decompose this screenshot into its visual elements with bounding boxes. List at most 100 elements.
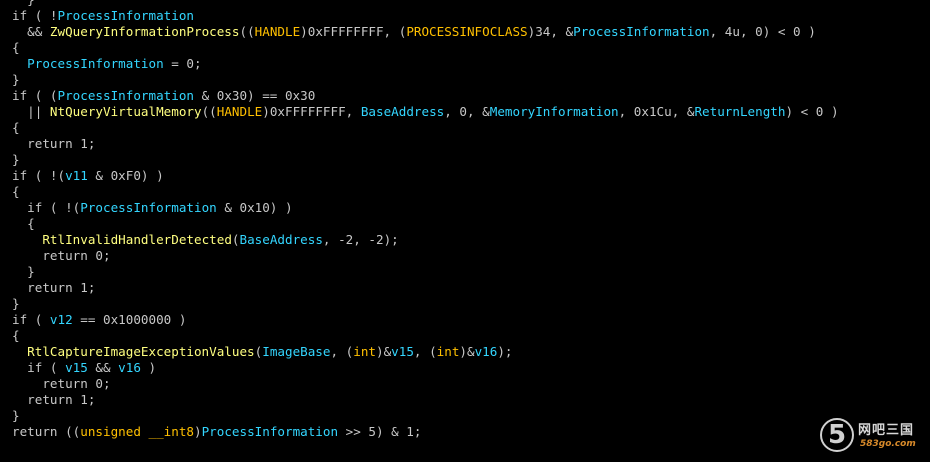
code-token: , 4u, 0) < 0 ) (709, 24, 816, 39)
code-line: if ( v15 && v16 ) (12, 360, 839, 376)
code-token: ZwQueryInformationProcess (49, 24, 240, 39)
code-token: BaseAddress (239, 232, 323, 247)
code-token: >> 5) & 1; (338, 424, 422, 439)
code-token: } (12, 296, 20, 311)
code-token: { (12, 216, 35, 231)
code-token: & 0x30) == 0x30 (193, 88, 316, 103)
code-token: , 0x1Cu, & (618, 104, 695, 119)
code-token: v16 (474, 344, 498, 359)
code-token: v16 (118, 360, 141, 375)
code-line: return 0; (12, 376, 839, 392)
code-token: { (12, 120, 20, 135)
code-token: )34, & (527, 24, 574, 39)
code-token: ! (49, 8, 58, 23)
code-token: == 0x1000000 ) (72, 312, 187, 327)
code-token: return 1; (12, 392, 96, 407)
code-line: RtlCaptureImageExceptionValues(ImageBase… (12, 344, 839, 360)
code-token: ReturnLength (694, 104, 786, 119)
code-token: , -2, -2); (322, 232, 399, 247)
code-token: unsigned __int8 (80, 424, 194, 439)
code-token: MemoryInformation (489, 104, 619, 119)
code-line: } (12, 264, 839, 280)
code-token: ProcessInformation (80, 200, 217, 215)
code-token: if ( !( (12, 200, 81, 215)
code-token: v15 (391, 344, 414, 359)
code-token: int (353, 344, 376, 359)
code-token: (( (201, 104, 217, 119)
code-token: if ( (12, 8, 50, 23)
code-token: HANDLE (254, 24, 301, 39)
code-token: && (87, 360, 119, 375)
code-token: PROCESSINFOCLASS (406, 24, 528, 39)
code-token: & 0xF0) ) (87, 168, 164, 183)
code-line: { (12, 40, 839, 56)
code-line: RtlInvalidHandlerDetected(BaseAddress, -… (12, 232, 839, 248)
code-line: if ( !(ProcessInformation & 0x10) ) (12, 200, 839, 216)
code-token: v15 (65, 360, 88, 375)
code-line: { (12, 328, 839, 344)
code-token: return 0; (12, 376, 111, 391)
watermark-name: 网吧三国 (858, 423, 915, 438)
code-line: ProcessInformation = 0; (12, 56, 839, 72)
code-line: return 0; (12, 248, 839, 264)
code-line: if ( v12 == 0x1000000 ) (12, 312, 839, 328)
code-token: int (436, 344, 460, 359)
code-line: if ( !(v11 & 0xF0) ) (12, 168, 839, 184)
code-token: || (12, 104, 50, 119)
code-token: if ( !( (12, 168, 66, 183)
code-line: } (12, 72, 839, 88)
code-token: )0xFFFFFFFF, (262, 104, 361, 119)
code-view: }if ( !ProcessInformation && ZwQueryInfo… (12, 0, 839, 440)
code-token: return 0; (12, 248, 111, 263)
code-line: if ( (ProcessInformation & 0x30) == 0x30 (12, 88, 839, 104)
code-token: & 0x10) ) (216, 200, 293, 215)
code-token: ProcessInformation (57, 88, 194, 103)
code-token: ProcessInformation (573, 24, 710, 39)
code-token: && (12, 24, 50, 39)
code-token: v12 (49, 312, 73, 327)
code-token: } (12, 72, 20, 87)
code-line: return 1; (12, 280, 839, 296)
code-token: ( (231, 232, 240, 247)
code-token: { (12, 184, 20, 199)
code-token: } (12, 408, 20, 423)
code-token: } (12, 264, 35, 279)
code-line: && ZwQueryInformationProcess((HANDLE)0xF… (12, 24, 839, 40)
code-token: RtlInvalidHandlerDetected (42, 232, 232, 247)
watermark-url: 583go.com (860, 439, 916, 449)
code-token: , ( (330, 344, 354, 359)
code-token: ) (193, 424, 202, 439)
code-token: } (12, 0, 35, 7)
code-line: return 1; (12, 136, 839, 152)
code-line: } (12, 408, 839, 424)
code-token: return 1; (12, 136, 96, 151)
code-line: { (12, 120, 839, 136)
code-token: ProcessInformation (57, 8, 194, 23)
code-token: )& (375, 344, 392, 359)
code-token: ProcessInformation (27, 56, 164, 71)
code-token: ) < 0 ) (785, 104, 839, 119)
code-token: return (( (12, 424, 81, 439)
code-token: return 1; (12, 280, 96, 295)
code-line: } (12, 152, 839, 168)
code-token: { (12, 328, 20, 343)
code-token: if ( ( (12, 88, 58, 103)
code-token: )& (459, 344, 475, 359)
code-token: ) (140, 360, 157, 375)
code-token: , ( (413, 344, 437, 359)
code-token: = 0; (163, 56, 202, 71)
code-token: NtQueryVirtualMemory (49, 104, 202, 119)
code-token: } (12, 152, 20, 167)
watermark-logo-icon: 5 (820, 418, 854, 452)
code-line: { (12, 216, 839, 232)
code-token: (( (239, 24, 255, 39)
code-line: return ((unsigned __int8)ProcessInformat… (12, 424, 839, 440)
watermark: 5 网吧三国 583go.com (820, 417, 924, 457)
code-token: ProcessInformation (201, 424, 339, 439)
code-line: || NtQueryVirtualMemory((HANDLE)0xFFFFFF… (12, 104, 839, 120)
code-line: { (12, 184, 839, 200)
code-line: } (12, 0, 839, 8)
